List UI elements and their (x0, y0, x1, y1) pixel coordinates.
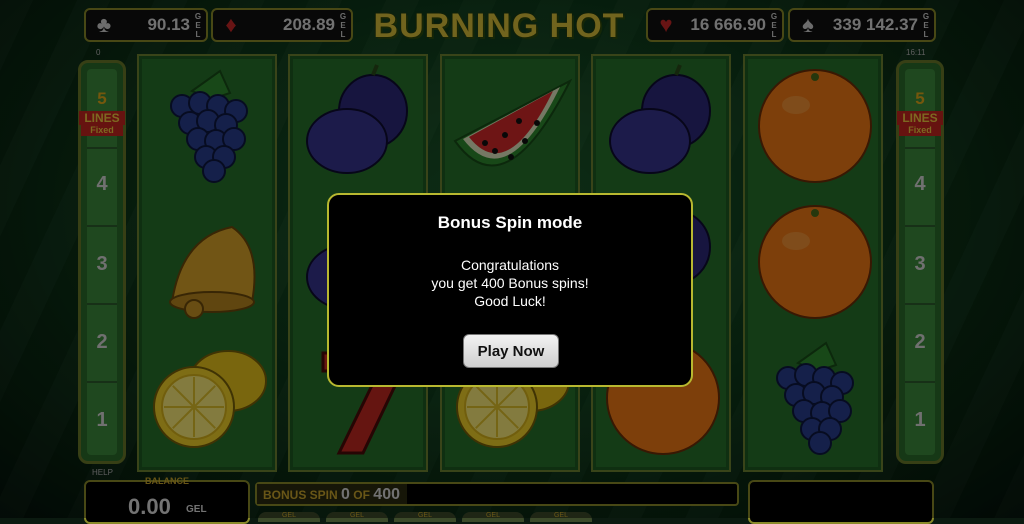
play-now-button[interactable]: Play Now (463, 334, 559, 368)
dialog-line: you get 400 Bonus spins! (431, 275, 589, 291)
dialog-line: Congratulations (460, 257, 560, 273)
dialog-line: Good Luck! (474, 293, 546, 309)
dialog-message: Congratulations you get 400 Bonus spins!… (329, 256, 691, 310)
bonus-spin-dialog: Bonus Spin mode Congratulations you get … (327, 193, 693, 387)
dialog-title: Bonus Spin mode (437, 213, 583, 232)
